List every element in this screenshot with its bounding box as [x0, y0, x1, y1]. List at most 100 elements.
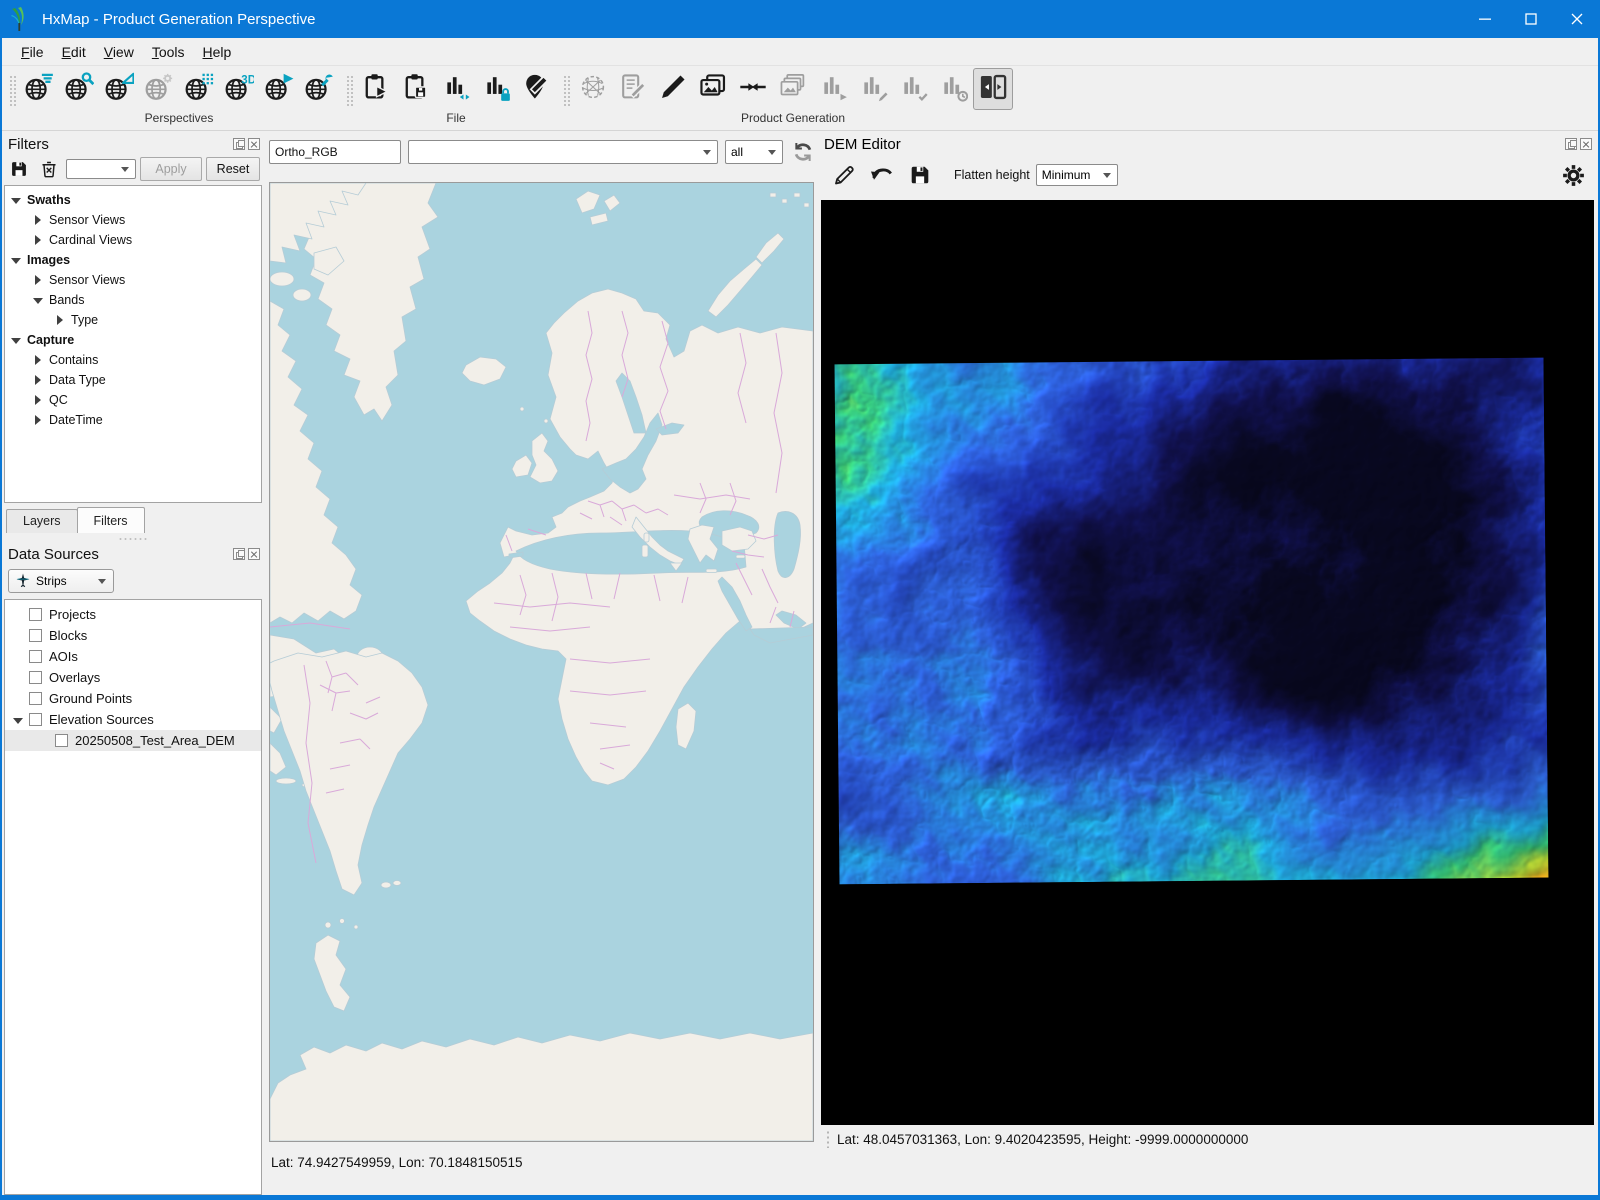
seamline-editor-button[interactable]	[733, 68, 773, 110]
dem-canvas-area[interactable]	[821, 200, 1594, 1125]
menu-view[interactable]: View	[95, 41, 143, 63]
maximize-button[interactable]	[1508, 0, 1554, 38]
filter-tree-item-qc[interactable]: QC	[5, 390, 261, 410]
data-source-item-elevation-sources[interactable]: Elevation Sources	[5, 709, 261, 730]
chevron-right-icon[interactable]	[33, 395, 43, 405]
close-button[interactable]	[1554, 0, 1600, 38]
data-exchange-button[interactable]	[436, 68, 476, 110]
load-session-button[interactable]	[356, 68, 396, 110]
filter-preset-combo[interactable]	[66, 159, 136, 179]
minimize-button[interactable]	[1462, 0, 1508, 38]
chevron-right-icon[interactable]	[33, 415, 43, 425]
checkbox[interactable]	[29, 692, 42, 705]
checkbox[interactable]	[29, 650, 42, 663]
filter-tree-item-bands[interactable]: Bands	[5, 290, 261, 310]
filter-tree-item-datetime[interactable]: DateTime	[5, 410, 261, 430]
checkbox[interactable]	[29, 608, 42, 621]
filter-tree-item-data-type[interactable]: Data Type	[5, 370, 261, 390]
panel-splitter-grip[interactable]	[118, 537, 148, 541]
chevron-down-icon[interactable]	[33, 295, 43, 305]
dem-save-button[interactable]	[904, 159, 936, 191]
toolbar-grip[interactable]	[8, 74, 16, 108]
perspective-3d[interactable]: 3D	[219, 68, 259, 110]
chevron-down-icon[interactable]	[11, 255, 21, 265]
product-name-input[interactable]	[269, 140, 401, 164]
ortho-mosaic-button[interactable]	[573, 68, 613, 110]
checkbox[interactable]	[29, 629, 42, 642]
schedule-job-button[interactable]	[933, 68, 973, 110]
run-job-button[interactable]	[813, 68, 853, 110]
filter-tree-item-contains[interactable]: Contains	[5, 350, 261, 370]
chevron-right-icon[interactable]	[33, 275, 43, 285]
data-lock-button[interactable]	[476, 68, 516, 110]
data-source-item-aois[interactable]: AOIs	[5, 646, 261, 667]
data-source-item-projects[interactable]: Projects	[5, 604, 261, 625]
data-sources-close-icon[interactable]	[248, 548, 260, 560]
chevron-down-icon[interactable]	[11, 195, 21, 205]
dem-editor-float-icon[interactable]	[1565, 138, 1577, 150]
data-source-item-overlays[interactable]: Overlays	[5, 667, 261, 688]
edit-button[interactable]	[653, 68, 693, 110]
chevron-down-icon[interactable]	[13, 715, 23, 725]
perspective-settings[interactable]	[139, 68, 179, 110]
save-filter-button[interactable]	[6, 156, 32, 182]
flatten-height-combo[interactable]: Minimum	[1036, 164, 1118, 186]
dem-settings-gear-button[interactable]	[1558, 160, 1588, 190]
tab-layers[interactable]: Layers	[6, 509, 78, 533]
filter-tree-item-type[interactable]: Type	[5, 310, 261, 330]
filter-tree-item-sensor-views[interactable]: Sensor Views	[5, 270, 261, 290]
filters-close-icon[interactable]	[248, 138, 260, 150]
toolbar-grip[interactable]	[562, 74, 570, 108]
perspective-tools[interactable]	[299, 68, 339, 110]
dem-editor-close-icon[interactable]	[1580, 138, 1592, 150]
data-source-mode-combo[interactable]: Strips	[8, 569, 114, 593]
reset-button[interactable]: Reset	[206, 157, 260, 181]
save-session-button[interactable]	[396, 68, 436, 110]
dem-edit-pencil-button[interactable]	[828, 159, 860, 191]
data-source-item-blocks[interactable]: Blocks	[5, 625, 261, 646]
chevron-down-icon[interactable]	[11, 335, 21, 345]
chevron-right-icon[interactable]	[55, 315, 65, 325]
edit-job-button[interactable]	[853, 68, 893, 110]
perspective-grid[interactable]	[179, 68, 219, 110]
data-source-item-20250508-test-area-dem[interactable]: 20250508_Test_Area_DEM	[5, 730, 261, 751]
filters-float-icon[interactable]	[233, 138, 245, 150]
report-edit-button[interactable]	[613, 68, 653, 110]
filter-tree-item-cardinal-views[interactable]: Cardinal Views	[5, 230, 261, 250]
validate-job-button[interactable]	[893, 68, 933, 110]
filter-tree-item-capture[interactable]: Capture	[5, 330, 261, 350]
toolbar-grip[interactable]	[345, 74, 353, 108]
ground-point-edit-button[interactable]	[516, 68, 556, 110]
filter-tree-item-sensor-views[interactable]: Sensor Views	[5, 210, 261, 230]
image-stack-button[interactable]	[773, 68, 813, 110]
perspective-play[interactable]	[259, 68, 299, 110]
chevron-right-icon[interactable]	[33, 355, 43, 365]
dem-editor-toggle-button[interactable]	[973, 68, 1013, 110]
filter-tree-item-swaths[interactable]: Swaths	[5, 190, 261, 210]
menu-help[interactable]: Help	[194, 41, 241, 63]
image-viewer-button[interactable]	[693, 68, 733, 110]
perspective-measure[interactable]	[99, 68, 139, 110]
map-scope-combo[interactable]: all	[725, 140, 783, 164]
menu-edit[interactable]: Edit	[53, 41, 95, 63]
checkbox[interactable]	[29, 671, 42, 684]
data-sources-float-icon[interactable]	[233, 548, 245, 560]
menu-tools[interactable]: Tools	[143, 41, 194, 63]
chevron-right-icon[interactable]	[33, 375, 43, 385]
tab-filters[interactable]: Filters	[77, 507, 145, 533]
refresh-button[interactable]	[790, 139, 816, 165]
apply-button[interactable]: Apply	[140, 157, 202, 181]
menu-file[interactable]: File	[12, 41, 53, 63]
dem-raster[interactable]	[835, 358, 1549, 885]
checkbox[interactable]	[55, 734, 68, 747]
world-map-view[interactable]	[269, 182, 814, 1142]
dem-undo-button[interactable]	[866, 159, 898, 191]
delete-filter-button[interactable]	[36, 156, 62, 182]
filter-tree-item-images[interactable]: Images	[5, 250, 261, 270]
data-source-item-ground-points[interactable]: Ground Points	[5, 688, 261, 709]
map-filter-combo[interactable]	[408, 140, 718, 164]
chevron-right-icon[interactable]	[33, 235, 43, 245]
perspective-filter-view[interactable]	[19, 68, 59, 110]
perspective-search[interactable]	[59, 68, 99, 110]
checkbox[interactable]	[29, 713, 42, 726]
